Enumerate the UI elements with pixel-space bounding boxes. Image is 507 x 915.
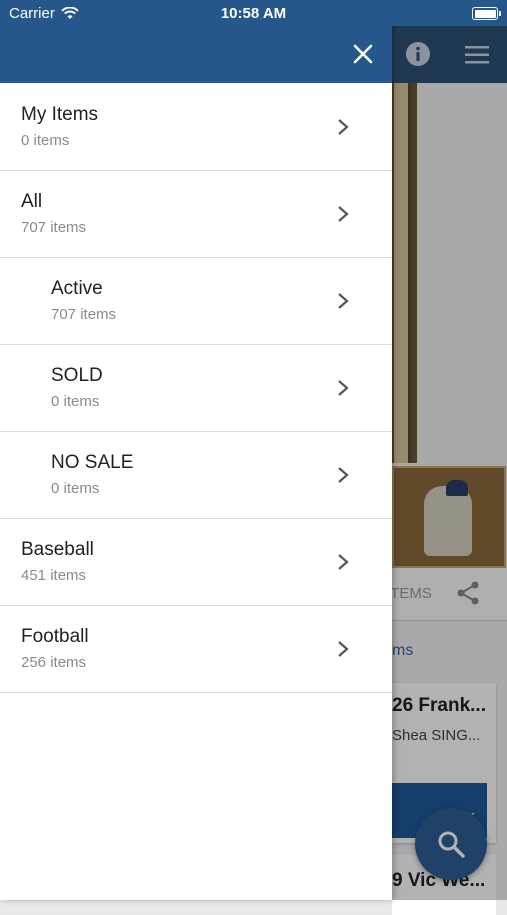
category-label: All xyxy=(21,191,43,212)
category-label: Active xyxy=(51,278,103,299)
category-item-all[interactable]: All 707 items xyxy=(0,171,392,258)
chevron-right-icon xyxy=(338,380,349,396)
category-item-sold[interactable]: SOLD 0 items xyxy=(0,345,392,432)
status-bar: Carrier 10:58 AM xyxy=(0,0,507,26)
category-item-baseball[interactable]: Baseball 451 items xyxy=(0,519,392,606)
category-count: 0 items xyxy=(51,480,100,497)
chevron-right-icon xyxy=(338,641,349,657)
category-label: SOLD xyxy=(51,365,103,386)
drawer-scrim[interactable] xyxy=(392,26,507,900)
category-count: 451 items xyxy=(21,567,87,584)
battery-icon xyxy=(472,7,501,20)
category-count: 0 items xyxy=(21,132,70,149)
category-count: 707 items xyxy=(21,219,87,236)
chevron-right-icon xyxy=(338,206,349,222)
chevron-right-icon xyxy=(338,467,349,483)
navigation-drawer: My Items 0 items All 707 items Active 70… xyxy=(0,0,392,900)
category-item-active[interactable]: Active 707 items xyxy=(0,258,392,345)
category-item-no-sale[interactable]: NO SALE 0 items xyxy=(0,432,392,519)
category-item-my-items[interactable]: My Items 0 items xyxy=(0,84,392,171)
category-list: My Items 0 items All 707 items Active 70… xyxy=(0,84,392,693)
chevron-right-icon xyxy=(338,293,349,309)
category-item-football[interactable]: Football 256 items xyxy=(0,606,392,693)
category-label: NO SALE xyxy=(51,452,134,473)
category-count: 256 items xyxy=(21,654,87,671)
status-time: 10:58 AM xyxy=(220,5,287,22)
chevron-right-icon xyxy=(338,554,349,570)
category-label: Baseball xyxy=(21,539,94,560)
chevron-right-icon xyxy=(338,119,349,135)
category-label: Football xyxy=(21,626,89,647)
close-icon[interactable] xyxy=(349,40,377,68)
category-label: My Items xyxy=(21,104,99,125)
category-count: 0 items xyxy=(51,393,100,410)
category-count: 707 items xyxy=(51,306,117,323)
